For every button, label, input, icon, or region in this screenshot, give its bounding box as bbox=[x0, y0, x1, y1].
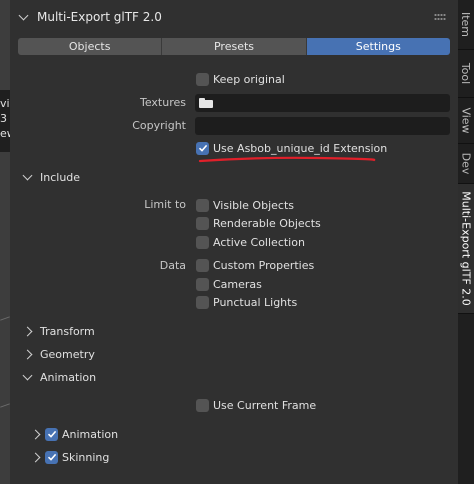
chevron-down-icon[interactable] bbox=[22, 170, 33, 180]
cameras-row[interactable]: Cameras bbox=[196, 275, 262, 293]
copyright-input[interactable] bbox=[195, 117, 450, 135]
cameras-label: Cameras bbox=[213, 277, 262, 291]
tab-tool-label: Tool bbox=[459, 62, 473, 85]
grid-line bbox=[0, 316, 10, 321]
checkmark-icon bbox=[198, 144, 207, 152]
animation-label: Animation bbox=[40, 370, 97, 384]
data-label: Data bbox=[159, 259, 186, 272]
renderable-objects-label: Renderable Objects bbox=[213, 216, 321, 230]
tab-settings[interactable]: Settings bbox=[306, 38, 450, 55]
tab-dev-label: Dev bbox=[459, 152, 473, 175]
panel-header[interactable]: Multi-Export glTF 2.0 bbox=[10, 0, 458, 34]
skinning-sub-label: Skinning bbox=[62, 450, 110, 464]
panel-tabs: Objects Presets Settings bbox=[18, 38, 450, 55]
geometry-section-header[interactable]: Geometry bbox=[18, 345, 95, 363]
transform-section-header[interactable]: Transform bbox=[18, 322, 95, 340]
skinning-subpanel-header[interactable]: Skinning bbox=[30, 448, 110, 466]
animation-checkbox[interactable] bbox=[45, 427, 58, 441]
grid-line bbox=[0, 403, 10, 408]
punctual-lights-checkbox[interactable] bbox=[196, 295, 209, 309]
chevron-right-icon[interactable] bbox=[30, 429, 41, 439]
keep-original-checkbox[interactable] bbox=[196, 72, 209, 86]
checkmark-icon bbox=[47, 430, 56, 438]
multi-export-panel: Multi-Export glTF 2.0 Objects Presets Se… bbox=[10, 0, 458, 484]
tab-tool[interactable]: Tool bbox=[458, 50, 474, 98]
cameras-checkbox[interactable] bbox=[196, 277, 209, 291]
include-section-header[interactable]: Include bbox=[18, 168, 80, 186]
tab-multi-export[interactable]: Multi-Export glTF 2.0 bbox=[458, 184, 474, 314]
tab-dev[interactable]: Dev bbox=[458, 144, 474, 184]
chevron-right-icon[interactable] bbox=[22, 349, 33, 359]
red-underline-annotation bbox=[198, 156, 376, 163]
active-collection-row[interactable]: Active Collection bbox=[196, 233, 305, 251]
tab-view[interactable]: View bbox=[458, 98, 474, 144]
geometry-label: Geometry bbox=[40, 347, 95, 361]
visible-objects-checkbox[interactable] bbox=[196, 198, 209, 212]
tab-objects[interactable]: Objects bbox=[18, 38, 163, 55]
punctual-lights-label: Punctual Lights bbox=[213, 295, 298, 309]
animation-sub-label: Animation bbox=[62, 427, 119, 441]
textures-field[interactable] bbox=[195, 94, 450, 112]
chevron-right-icon[interactable] bbox=[22, 326, 33, 336]
use-current-frame-row[interactable]: Use Current Frame bbox=[196, 396, 316, 414]
animation-section-header[interactable]: Animation bbox=[18, 368, 96, 386]
chevron-down-icon[interactable] bbox=[22, 370, 33, 380]
renderable-objects-row[interactable]: Renderable Objects bbox=[196, 214, 321, 232]
keep-original-row[interactable]: Keep original bbox=[196, 70, 285, 88]
renderable-objects-checkbox[interactable] bbox=[196, 216, 209, 230]
visible-objects-row[interactable]: Visible Objects bbox=[196, 196, 294, 214]
chevron-down-icon[interactable] bbox=[18, 10, 29, 20]
tab-multi-export-label: Multi-Export glTF 2.0 bbox=[459, 191, 473, 306]
tab-view-label: View bbox=[459, 107, 473, 134]
animation-subpanel-header[interactable]: Animation bbox=[30, 425, 119, 443]
custom-properties-label: Custom Properties bbox=[213, 258, 315, 272]
chevron-right-icon[interactable] bbox=[30, 452, 41, 462]
active-collection-label: Active Collection bbox=[213, 235, 305, 249]
limit-to-label: Limit to bbox=[144, 198, 186, 211]
custom-properties-checkbox[interactable] bbox=[196, 258, 209, 272]
skinning-checkbox[interactable] bbox=[45, 450, 58, 464]
custom-properties-row[interactable]: Custom Properties bbox=[196, 256, 314, 274]
folder-icon[interactable] bbox=[199, 98, 213, 108]
keep-original-label: Keep original bbox=[213, 72, 285, 86]
tab-item[interactable]: Item bbox=[458, 0, 474, 50]
tab-item-label: Item bbox=[459, 11, 473, 38]
use-current-frame-label: Use Current Frame bbox=[213, 398, 317, 412]
punctual-lights-row[interactable]: Punctual Lights bbox=[196, 293, 297, 311]
panel-title: Multi-Export glTF 2.0 bbox=[37, 10, 162, 24]
transform-label: Transform bbox=[40, 324, 95, 338]
active-collection-checkbox[interactable] bbox=[196, 235, 209, 249]
tab-presets[interactable]: Presets bbox=[162, 38, 307, 55]
drag-grip-icon[interactable] bbox=[434, 13, 446, 21]
checkmark-icon bbox=[47, 453, 56, 461]
visible-objects-label: Visible Objects bbox=[213, 198, 294, 212]
sidebar-tab-strip: Item Tool View Dev Multi-Export glTF 2.0 bbox=[458, 0, 474, 484]
copyright-label: Copyright bbox=[132, 119, 186, 132]
use-current-frame-checkbox[interactable] bbox=[196, 398, 209, 412]
textures-label: Textures bbox=[140, 96, 186, 109]
include-label: Include bbox=[40, 170, 81, 184]
